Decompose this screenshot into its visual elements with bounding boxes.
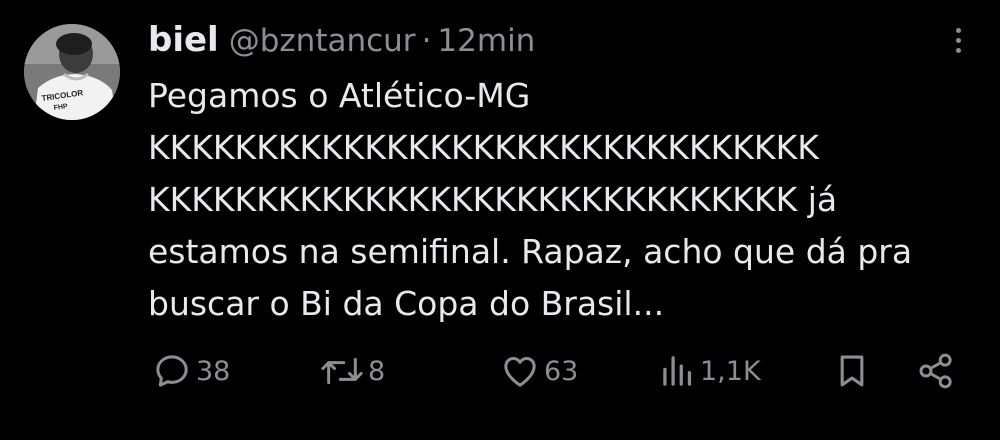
views-button[interactable]: 1,1K [660,346,761,396]
bookmark-icon [840,355,864,387]
tweet-text: Pegamos o Atlético-MG KKKKKKKKKKKKKKKKKK… [148,70,978,330]
like-count: 63 [544,355,579,387]
tweet-header: biel @bzntancur · 12min [148,20,535,64]
share-button[interactable] [916,346,956,396]
tweet-text-line: estamos na semifinal. Rapaz, acho que dá… [148,232,913,271]
bookmark-button[interactable] [834,346,870,396]
retweet-button[interactable]: 8 [320,346,385,396]
retweet-arrows-icon [321,357,363,385]
share-nodes-icon [919,353,952,389]
views-count: 1,1K [700,355,761,387]
retweet-count: 8 [368,355,386,387]
avatar[interactable]: TRICOLOR FHP [24,24,120,120]
like-button[interactable]: 63 [500,346,578,396]
separator-dot: · [421,23,432,59]
tweet-text-line: Pegamos o Atlético-MG [148,76,531,115]
reply-count: 38 [196,355,231,387]
tweet-text-line: buscar o Bi da Copa do Brasil... [148,284,665,323]
heart-icon [504,357,536,387]
reply-button[interactable]: 38 [152,346,230,396]
tweet-text-line: KKKKKKKKKKKKKKKKKKKKKKKKKKKKKKK [148,128,819,167]
display-name[interactable]: biel [148,20,219,60]
user-handle[interactable]: @bzntancur [229,23,416,59]
tweet-text-line: KKKKKKKKKKKKKKKKKKKKKKKKKKKKKK já [148,180,838,219]
tweet: TRICOLOR FHP biel @bzntancur · 12min Peg… [0,0,1000,440]
speech-bubble-icon [156,355,188,387]
timestamp[interactable]: 12min [437,23,535,59]
bar-chart-icon [663,356,692,386]
action-bar: 38 8 63 1,1K [148,346,968,396]
more-options-icon[interactable] [952,28,964,60]
avatar-image: TRICOLOR FHP [24,24,120,120]
